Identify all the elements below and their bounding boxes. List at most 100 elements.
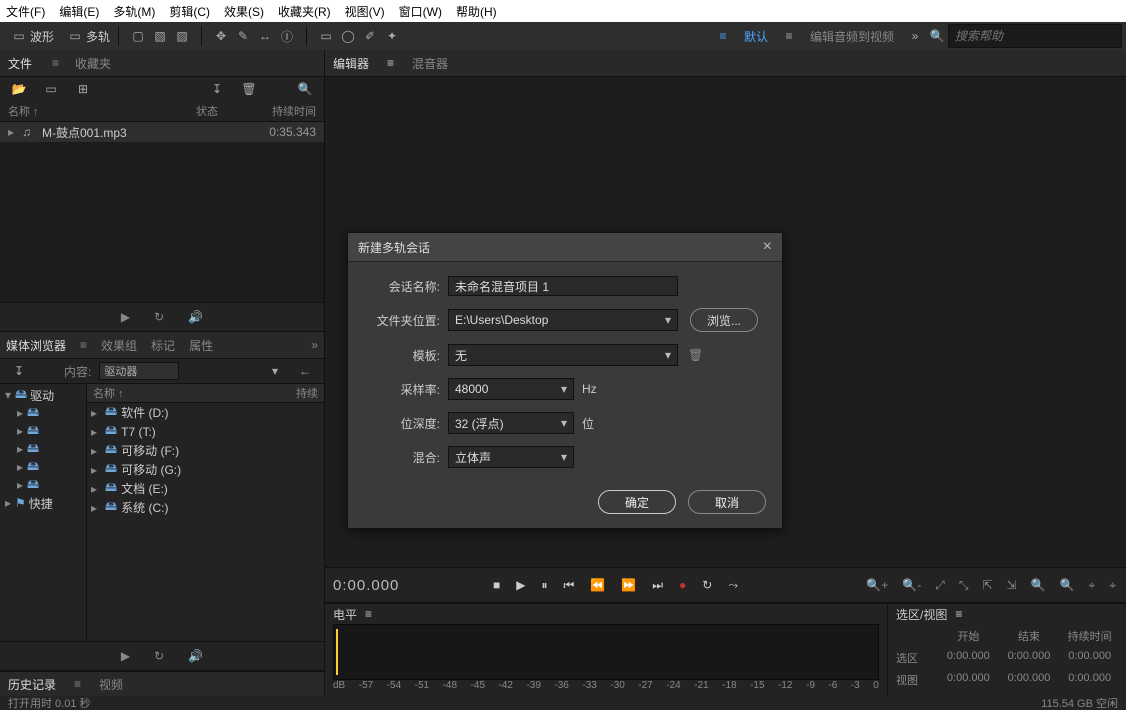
tree-row-shortcuts[interactable]: ▸⚑快捷 (0, 494, 86, 512)
mix-dropdown[interactable]: 立体声 (448, 446, 574, 468)
workspace-menu-icon-2[interactable]: ≡ (780, 27, 798, 45)
tool-move-icon[interactable]: ✥ (212, 27, 230, 45)
workspace-audiovideo[interactable]: 编辑音频到视频 (800, 28, 904, 45)
files-tab-menu-icon[interactable]: ≡ (52, 56, 59, 70)
tree-row-drive[interactable]: ▸🖴 (0, 440, 86, 458)
menu-view[interactable]: 视图(V) (345, 3, 385, 20)
chevron-down-icon[interactable]: ▾ (266, 362, 284, 380)
mini-loop-icon[interactable]: ↻ (154, 649, 164, 663)
trash-icon[interactable]: 🗑 (240, 80, 258, 98)
zoom-out-v-icon[interactable]: ⇲ (1007, 578, 1017, 592)
favorites-tab[interactable]: 收藏夹 (75, 55, 111, 72)
tool-spectral-icon[interactable]: ▧ (151, 27, 169, 45)
tool-pitch-icon[interactable]: ▨ (173, 27, 191, 45)
sel-dur[interactable]: 0:00.000 (1061, 650, 1118, 666)
rewind-icon[interactable]: ⏪ (590, 578, 605, 592)
pause-icon[interactable]: ⏸ (541, 578, 547, 593)
tool-time-icon[interactable]: Ⓘ (278, 27, 296, 45)
tree-row-drive[interactable]: ▸🖴 (0, 404, 86, 422)
multitrack-view-icon[interactable]: ▭ (66, 27, 84, 45)
editor-tab-menu-icon[interactable]: ≡ (387, 56, 394, 70)
zoom-out-t-icon[interactable]: 🔍 (1060, 578, 1075, 592)
delete-template-icon[interactable]: 🗑 (688, 348, 703, 362)
sel-start[interactable]: 0:00.000 (940, 650, 997, 666)
workspace-default[interactable]: 默认 (734, 28, 778, 45)
close-icon[interactable]: × (763, 239, 772, 255)
tree-row-drive[interactable]: ▸🖴 (0, 458, 86, 476)
zoom-in-t-icon[interactable]: 🔍 (1031, 578, 1046, 592)
workspace-overflow-icon[interactable]: » (906, 27, 924, 45)
selview-menu-icon[interactable]: ≡ (955, 607, 962, 621)
content-dropdown[interactable]: 驱动器 (99, 362, 179, 380)
open-file-icon[interactable]: 📂 (10, 80, 28, 98)
waveform-view-label[interactable]: 波形 (30, 28, 54, 45)
menu-effects[interactable]: 效果(S) (224, 3, 264, 20)
list-col-name[interactable]: 名称 ↑ (93, 385, 296, 401)
insert-icon[interactable]: ↧ (208, 80, 226, 98)
import-icon[interactable]: ↧ (10, 362, 28, 380)
cancel-button[interactable]: 取消 (688, 490, 766, 514)
zoom-in-icon[interactable]: 🔍+ (866, 578, 888, 592)
ok-button[interactable]: 确定 (598, 490, 676, 514)
help-search-input[interactable] (948, 24, 1122, 48)
back-icon[interactable]: ← (296, 362, 314, 380)
zoom-in-v-icon[interactable]: ⇱ (982, 578, 992, 592)
list-item[interactable]: ▸🖴系统 (C:) (87, 498, 324, 517)
zoom-icon2[interactable]: ⌖ (1109, 578, 1116, 593)
zoom-icon[interactable]: ⌖ (1088, 578, 1095, 593)
list-item[interactable]: ▸🖴T7 (T:) (87, 422, 324, 441)
bitdepth-dropdown[interactable]: 32 (浮点) (448, 412, 574, 434)
play-icon[interactable]: ▶ (516, 578, 525, 592)
browse-button[interactable]: 浏览... (690, 308, 758, 332)
col-name[interactable]: 名称 ↑ (8, 103, 158, 119)
mixer-tab[interactable]: 混音器 (412, 55, 448, 72)
samplerate-dropdown[interactable]: 48000 (448, 378, 574, 400)
browser-overflow-icon[interactable]: » (311, 338, 318, 352)
col-status[interactable]: 状态 (158, 103, 222, 119)
sel-end[interactable]: 0:00.000 (1001, 650, 1058, 666)
folder-dropdown[interactable]: E:\Users\Desktop (448, 309, 678, 331)
tool-lasso-icon[interactable]: ◯ (339, 27, 357, 45)
zoom-full-icon[interactable]: ⤢ (935, 578, 945, 593)
tool-razor-icon[interactable]: ✎ (234, 27, 252, 45)
menu-favorites[interactable]: 收藏夹(R) (278, 3, 331, 20)
workspace-menu-icon[interactable]: ≡ (714, 27, 732, 45)
mini-play-icon[interactable]: ▶ (121, 310, 130, 324)
list-item[interactable]: ▸🖴软件 (D:) (87, 403, 324, 422)
history-tab-menu-icon[interactable]: ≡ (74, 677, 81, 691)
browser-tab-media[interactable]: 媒体浏览器 (6, 337, 66, 354)
list-item[interactable]: ▸🖴可移动 (G:) (87, 460, 324, 479)
view-start[interactable]: 0:00.000 (940, 672, 997, 688)
menu-window[interactable]: 窗口(W) (399, 3, 442, 20)
list-col-duration[interactable]: 持续 (296, 385, 318, 401)
browser-tab-props[interactable]: 属性 (189, 337, 213, 354)
forward-icon[interactable]: ⏩ (621, 578, 636, 592)
mini-loop-icon[interactable]: ↻ (154, 310, 164, 324)
session-name-input[interactable] (448, 276, 678, 296)
menu-file[interactable]: 文件(F) (6, 3, 45, 20)
browser-tab-menu-icon[interactable]: ≡ (80, 338, 87, 352)
new-file-icon[interactable]: ▭ (42, 80, 60, 98)
menu-clip[interactable]: 剪辑(C) (169, 3, 210, 20)
browser-tab-effects[interactable]: 效果组 (101, 337, 137, 354)
tree-row-drives[interactable]: ▾🖴驱动 (0, 386, 86, 404)
mini-autoplay-icon[interactable]: 🔊 (188, 649, 203, 663)
multitrack-view-label[interactable]: 多轨 (86, 28, 110, 45)
record-icon[interactable]: ● (679, 578, 686, 592)
search-files-icon[interactable]: 🔍 (296, 80, 314, 98)
list-item[interactable]: ▸🖴文档 (E:) (87, 479, 324, 498)
stop-icon[interactable]: ■ (493, 578, 500, 592)
expand-icon[interactable]: ▸ (8, 125, 18, 139)
menu-edit[interactable]: 编辑(E) (59, 3, 99, 20)
levels-menu-icon[interactable]: ≡ (365, 607, 372, 621)
view-end[interactable]: 0:00.000 (1001, 672, 1058, 688)
tool-marquee-icon[interactable]: ▭ (317, 27, 335, 45)
dialog-titlebar[interactable]: 新建多轨会话 × (348, 233, 782, 262)
zoom-out-icon[interactable]: 🔍- (902, 578, 921, 592)
menu-help[interactable]: 帮助(H) (456, 3, 497, 20)
tool-slip-icon[interactable]: ↔ (256, 27, 274, 45)
tree-row-drive[interactable]: ▸🖴 (0, 476, 86, 494)
file-row[interactable]: ▸ ♫ M-鼓点001.mp3 0:35.343 (0, 122, 324, 142)
video-tab[interactable]: 视频 (99, 676, 123, 693)
timecode-display[interactable]: 0:00.000 (325, 577, 453, 594)
